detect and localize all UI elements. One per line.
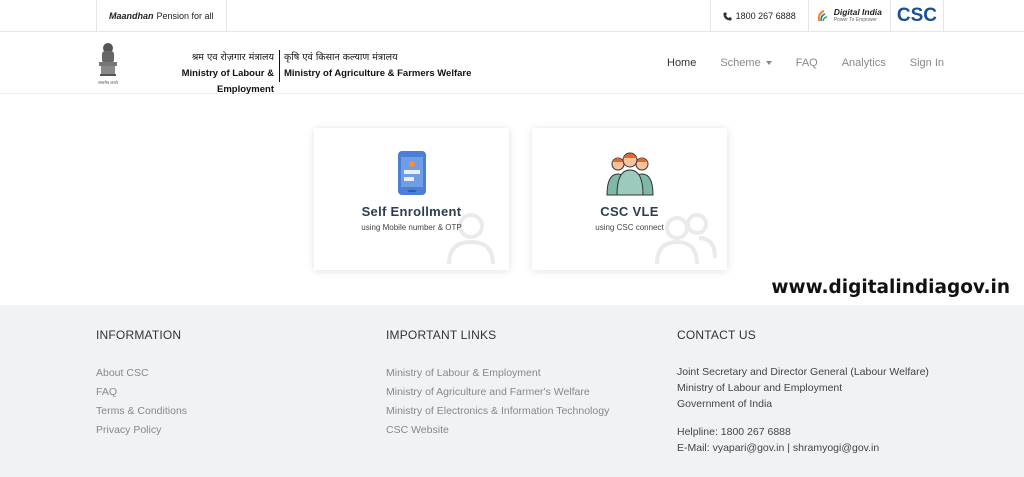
helpline-number[interactable]: 1800 267 6888	[709, 0, 808, 32]
nav-signin[interactable]: Sign In	[910, 57, 944, 69]
national-emblem-icon: सत्यमेव जयते	[98, 43, 119, 85]
emblem-caption: सत्यमेव जयते	[98, 80, 118, 85]
footer-heading: CONTACT US	[677, 328, 756, 342]
footer-link-meity[interactable]: Ministry of Electronics & Information Te…	[386, 402, 609, 421]
csc-logo[interactable]: CSC	[889, 0, 944, 32]
tagline-bold: Maandhan	[109, 11, 154, 21]
footer-link-faq[interactable]: FAQ	[96, 383, 187, 402]
footer-link-labour-ministry[interactable]: Ministry of Labour & Employment	[386, 364, 609, 383]
card-subtitle: using CSC connect	[595, 223, 664, 232]
group-users-icon	[605, 152, 654, 196]
main-nav: Home Scheme FAQ Analytics Sign In	[643, 32, 944, 94]
footer-link-terms[interactable]: Terms & Conditions	[96, 402, 187, 421]
footer-important-links: IMPORTANT LINKS Ministry of Labour & Emp…	[386, 328, 609, 440]
card-title: CSC VLE	[600, 204, 659, 219]
top-bar: Maandhan Pension for all 1800 267 6888 D…	[0, 0, 1024, 32]
contact-address-line: Ministry of Labour and Employment	[677, 382, 843, 394]
helpline-text: 1800 267 6888	[735, 11, 796, 21]
site-header: सत्यमेव जयते श्रम एव रोज़गार मंत्रालय Mi…	[0, 32, 1024, 95]
main-content: Self Enrollment using Mobile number & OT…	[0, 94, 1024, 305]
ministry-agriculture-hindi: कृषि एवं किसान कल्याण मंत्रालय	[284, 52, 398, 63]
footer-contact: CONTACT US Joint Secretary and Director …	[677, 328, 929, 456]
phone-icon	[723, 11, 732, 21]
footer-heading: IMPORTANT LINKS	[386, 328, 497, 342]
footer-heading: INFORMATION	[96, 328, 182, 342]
digital-india-sub: Power To Empower	[833, 17, 877, 23]
footer-link-privacy[interactable]: Privacy Policy	[96, 421, 187, 440]
site-watermark: www.digitalindiagov.in	[771, 277, 1010, 298]
contact-helpline: Helpline: 1800 267 6888	[677, 426, 791, 438]
nav-scheme-dropdown[interactable]: Scheme	[720, 57, 772, 69]
ministry-agriculture[interactable]: कृषि एवं किसान कल्याण मंत्रालय Ministry …	[279, 50, 471, 82]
footer-information: INFORMATION About CSC FAQ Terms & Condit…	[96, 328, 187, 440]
contact-email[interactable]: E-Mail: vyapari@gov.in | shramyogi@gov.i…	[677, 440, 929, 456]
digital-india-logo[interactable]: Digital India Power To Empower	[807, 0, 890, 32]
site-footer: INFORMATION About CSC FAQ Terms & Condit…	[0, 305, 1024, 477]
nav-faq[interactable]: FAQ	[796, 57, 818, 69]
footer-link-agriculture-ministry[interactable]: Ministry of Agriculture and Farmer's Wel…	[386, 383, 609, 402]
nav-analytics[interactable]: Analytics	[842, 57, 886, 69]
ministry-labour[interactable]: श्रम एव रोज़गार मंत्रालय Ministry of Lab…	[124, 50, 274, 98]
mobile-phone-icon	[397, 151, 426, 195]
tagline-rest: Pension for all	[156, 11, 214, 21]
nav-scheme-label: Scheme	[720, 57, 761, 69]
card-title: Self Enrollment	[361, 204, 462, 219]
csc-vle-card[interactable]: CSC VLE using CSC connect	[532, 128, 727, 270]
scheme-tagline: Maandhan Pension for all	[96, 0, 227, 32]
contact-address-line: Government of India	[677, 398, 773, 410]
nav-home[interactable]: Home	[667, 57, 696, 69]
digital-india-title: Digital India	[833, 7, 882, 17]
digital-india-icon	[817, 10, 827, 22]
caret-down-icon	[765, 61, 772, 66]
ministry-labour-hindi: श्रम एव रोज़गार मंत्रालय	[191, 52, 274, 63]
contact-address-line: Joint Secretary and Director General (La…	[677, 366, 929, 378]
card-subtitle: using Mobile number & OTP	[361, 223, 462, 232]
footer-link-about-csc[interactable]: About CSC	[96, 364, 187, 383]
footer-link-csc-website[interactable]: CSC Website	[386, 421, 609, 440]
self-enrollment-card[interactable]: Self Enrollment using Mobile number & OT…	[314, 128, 509, 270]
ministry-agriculture-english: Ministry of Agriculture & Farmers Welfar…	[284, 68, 472, 79]
